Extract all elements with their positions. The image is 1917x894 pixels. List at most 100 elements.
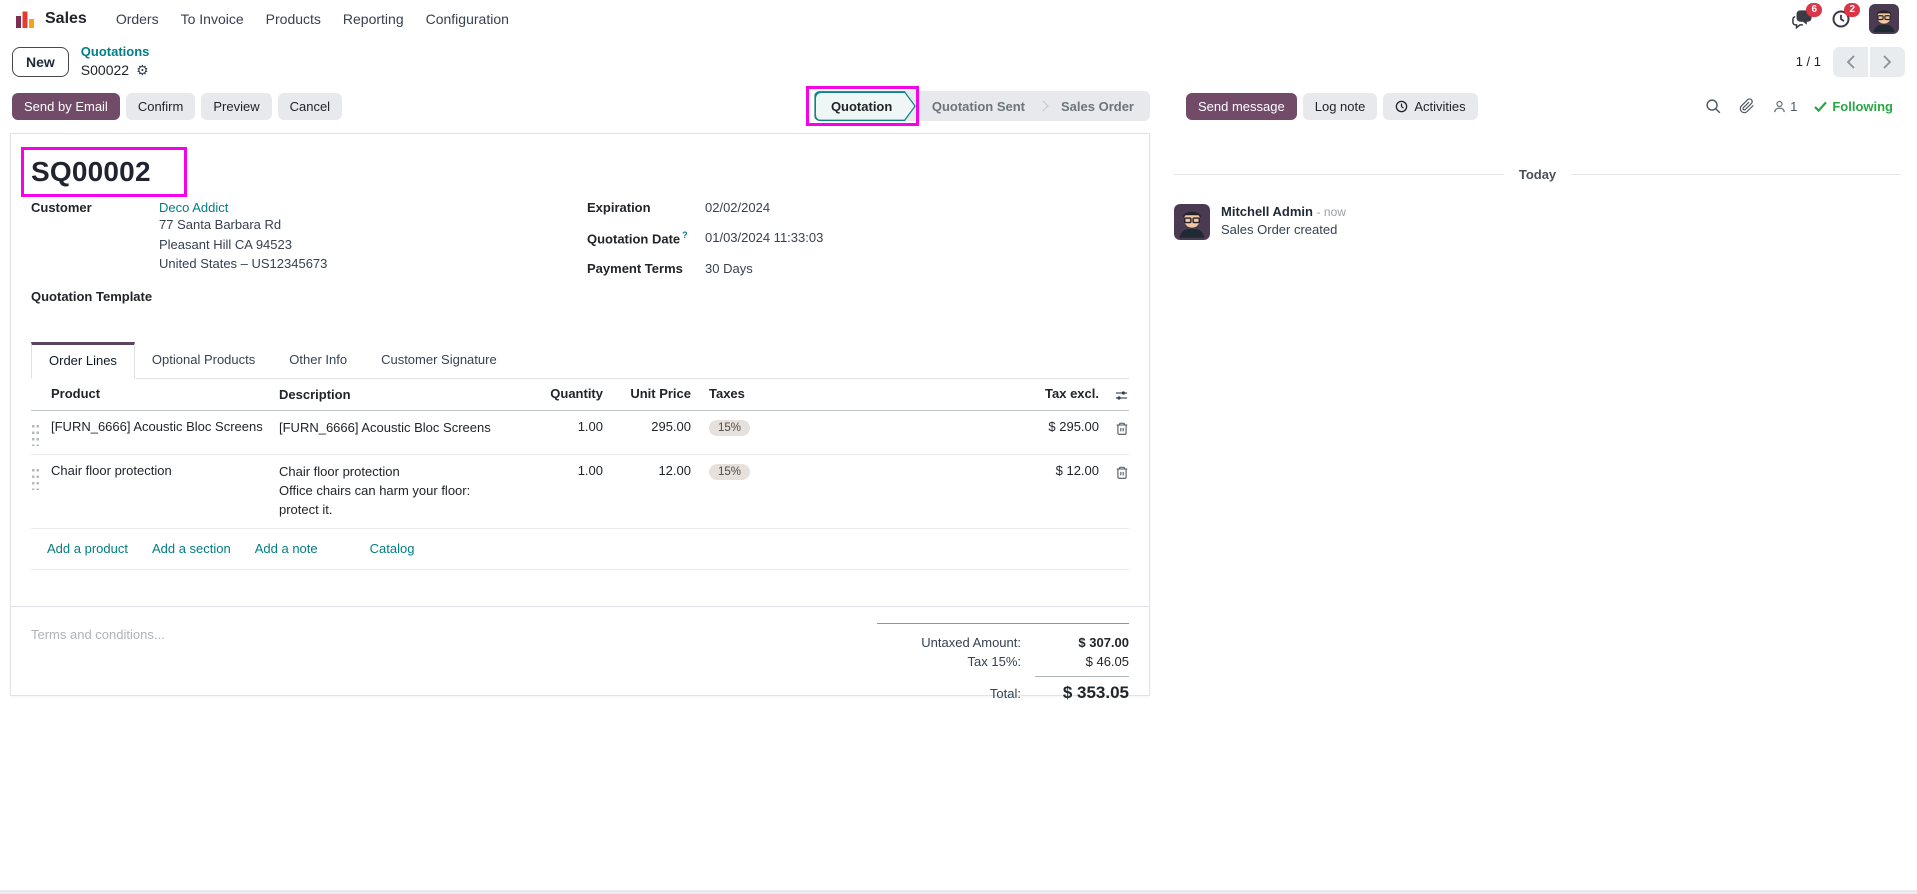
catalog-link[interactable]: Catalog xyxy=(370,541,415,556)
quotation-date-label: Quotation Date xyxy=(587,231,680,246)
breadcrumb: Quotations S00022 ⚙ xyxy=(81,44,150,79)
customer-address-line: United States – US12345673 xyxy=(159,254,327,274)
customer-address-line: Pleasant Hill CA 94523 xyxy=(159,235,327,255)
cell-unit-price[interactable]: 295.00 xyxy=(603,419,691,434)
preview-button[interactable]: Preview xyxy=(201,93,271,120)
chatter-message: Mitchell Admin - now Sales Order created xyxy=(1174,204,1901,240)
send-message-button[interactable]: Send message xyxy=(1186,93,1297,120)
cell-product[interactable]: Chair floor protection xyxy=(51,463,279,478)
tax-badge[interactable]: 15% xyxy=(709,420,750,436)
gear-icon[interactable]: ⚙ xyxy=(136,63,149,77)
total-label: Total: xyxy=(990,686,1021,701)
breadcrumb-current: S00022 xyxy=(81,61,129,79)
delete-row-icon[interactable] xyxy=(1099,463,1129,480)
header-quantity: Quantity xyxy=(523,386,603,401)
tab-order-lines[interactable]: Order Lines xyxy=(31,342,135,379)
tax-value: $ 46.05 xyxy=(1035,654,1129,669)
customer-link[interactable]: Deco Addict xyxy=(159,200,327,215)
followers-button[interactable]: 1 xyxy=(1772,99,1797,114)
cell-unit-price[interactable]: 12.00 xyxy=(603,463,691,478)
attachment-paperclip-icon[interactable] xyxy=(1739,98,1755,114)
untaxed-amount-value: $ 307.00 xyxy=(1035,635,1129,650)
table-footer-links: Add a product Add a section Add a note C… xyxy=(31,529,1129,570)
top-navbar: Sales Orders To Invoice Products Reporti… xyxy=(0,0,1917,38)
expiration-field[interactable]: 02/02/2024 xyxy=(705,200,770,215)
order-lines-table: Product Description Quantity Unit Price … xyxy=(31,379,1129,570)
log-note-button[interactable]: Log note xyxy=(1303,93,1378,120)
table-row: [FURN_6666] Acoustic Bloc Screens [FURN_… xyxy=(31,411,1129,455)
activities-badge: 2 xyxy=(1844,3,1860,17)
terms-placeholder[interactable]: Terms and conditions... xyxy=(31,623,165,705)
today-divider: Today xyxy=(1174,167,1901,182)
pager-next-button[interactable] xyxy=(1870,47,1905,77)
send-by-email-button[interactable]: Send by Email xyxy=(12,93,120,120)
cell-description[interactable]: Chair floor protection Office chairs can… xyxy=(279,463,523,520)
drag-handle-icon[interactable] xyxy=(31,422,40,446)
statusbar: Quotation Quotation Sent Sales Order xyxy=(814,91,1150,121)
header-description: Description xyxy=(279,386,523,405)
sales-app-icon xyxy=(14,8,36,30)
chatter-panel: Today Mitchell Admin - now Sales xyxy=(1150,131,1917,240)
activities-button[interactable]: Activities xyxy=(1383,93,1477,120)
tax-label: Tax 15%: xyxy=(968,654,1021,669)
followers-count: 1 xyxy=(1790,99,1797,114)
nav-item-orders[interactable]: Orders xyxy=(105,5,170,33)
check-icon xyxy=(1814,101,1827,112)
window-bottom-edge xyxy=(0,890,1917,894)
total-value: $ 353.05 xyxy=(1035,676,1129,703)
cancel-button[interactable]: Cancel xyxy=(278,93,342,120)
messages-menu[interactable]: 6 xyxy=(1791,9,1813,29)
today-label: Today xyxy=(1519,167,1556,182)
add-a-product-link[interactable]: Add a product xyxy=(47,541,128,556)
message-author[interactable]: Mitchell Admin xyxy=(1221,204,1313,219)
status-quotation-sent[interactable]: Quotation Sent xyxy=(916,99,1041,114)
status-sales-order[interactable]: Sales Order xyxy=(1045,99,1150,114)
pager-count: 1 / 1 xyxy=(1796,54,1821,69)
cell-description[interactable]: [FURN_6666] Acoustic Bloc Screens xyxy=(279,419,523,438)
cell-quantity[interactable]: 1.00 xyxy=(523,463,603,478)
customer-address-line: 77 Santa Barbara Rd xyxy=(159,215,327,235)
search-message-icon[interactable] xyxy=(1705,98,1722,115)
person-icon xyxy=(1772,99,1787,114)
breadcrumb-quotations-link[interactable]: Quotations xyxy=(81,44,150,61)
following-button[interactable]: Following xyxy=(1814,99,1893,114)
status-quotation[interactable]: Quotation xyxy=(814,91,915,121)
message-avatar[interactable] xyxy=(1174,204,1210,240)
cell-quantity[interactable]: 1.00 xyxy=(523,419,603,434)
nav-item-to-invoice[interactable]: To Invoice xyxy=(170,5,255,33)
activities-menu[interactable]: 2 xyxy=(1831,9,1851,29)
form-sheet: SQ00002 Customer Deco Addict 77 Santa Ba… xyxy=(10,133,1150,696)
quotation-date-field[interactable]: 01/03/2024 11:33:03 xyxy=(705,230,823,246)
optional-columns-icon[interactable] xyxy=(1099,386,1129,403)
cell-subtotal: $ 295.00 xyxy=(859,419,1099,434)
header-tax-excl: Tax excl. xyxy=(859,386,1099,401)
tax-badge[interactable]: 15% xyxy=(709,464,750,480)
nav-item-configuration[interactable]: Configuration xyxy=(415,5,520,33)
confirm-button[interactable]: Confirm xyxy=(126,93,196,120)
untaxed-amount-label: Untaxed Amount: xyxy=(921,635,1021,650)
app-switcher[interactable]: Sales xyxy=(10,8,95,30)
pager-previous-button[interactable] xyxy=(1833,47,1868,77)
app-name[interactable]: Sales xyxy=(45,10,87,28)
drag-handle-icon[interactable] xyxy=(31,466,40,490)
control-panel: Send by Email Confirm Preview Cancel Quo… xyxy=(0,81,1917,131)
cell-subtotal: $ 12.00 xyxy=(859,463,1099,478)
payment-terms-field[interactable]: 30 Days xyxy=(705,261,753,276)
nav-item-reporting[interactable]: Reporting xyxy=(332,5,415,33)
user-avatar[interactable] xyxy=(1869,4,1899,34)
tab-other-info[interactable]: Other Info xyxy=(272,342,364,379)
tab-customer-signature[interactable]: Customer Signature xyxy=(364,342,514,379)
add-a-section-link[interactable]: Add a section xyxy=(152,541,231,556)
notebook-tabs: Order Lines Optional Products Other Info… xyxy=(31,341,1129,379)
nav-item-products[interactable]: Products xyxy=(255,5,332,33)
tab-optional-products[interactable]: Optional Products xyxy=(135,342,272,379)
totals-block: Untaxed Amount: $ 307.00 Tax 15%: $ 46.0… xyxy=(877,623,1129,705)
messages-badge: 6 xyxy=(1806,3,1822,17)
delete-row-icon[interactable] xyxy=(1099,419,1129,436)
cell-product[interactable]: [FURN_6666] Acoustic Bloc Screens xyxy=(51,419,279,434)
add-a-note-link[interactable]: Add a note xyxy=(255,541,318,556)
status-quotation-label: Quotation xyxy=(831,99,892,114)
new-button[interactable]: New xyxy=(12,47,69,77)
table-row: Chair floor protection Chair floor prote… xyxy=(31,455,1129,529)
message-time: - now xyxy=(1317,205,1346,219)
